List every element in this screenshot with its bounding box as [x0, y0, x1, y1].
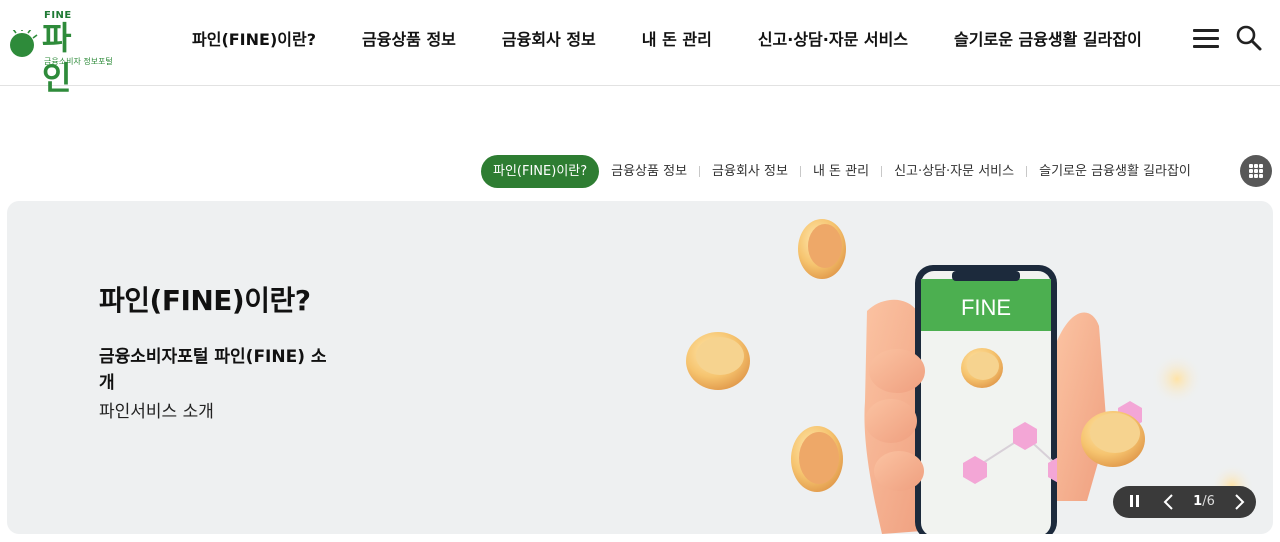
slide-counter: 1/6 [1185, 493, 1223, 511]
subnav-divider [881, 166, 883, 177]
subnav-item-my-money[interactable]: 내 돈 관리 [813, 155, 869, 188]
nav-item-products[interactable]: 금융상품 정보 [362, 28, 456, 52]
hamburger-icon[interactable] [1190, 25, 1222, 53]
chevron-right-icon[interactable] [1231, 493, 1247, 511]
grid-menu-icon[interactable] [1240, 155, 1272, 187]
site-logo[interactable]: FINE 파 인 금융소비자 정보포털 [8, 10, 123, 97]
slider-controls: 1/6 [1113, 486, 1256, 518]
phone-hand-illustration: FINE [686, 219, 1254, 534]
nav-item-report-consult[interactable]: 신고·상담·자문 서비스 [758, 28, 908, 52]
subnav-divider [799, 166, 801, 177]
sub-nav: 파인(FINE)이란? 금융상품 정보 금융회사 정보 내 돈 관리 신고·상담… [481, 155, 1191, 188]
site-header: FINE 파 인 금융소비자 정보포털 파인(FINE)이란? 금융상품 정보 … [0, 0, 1280, 97]
slide-total: 6 [1206, 494, 1215, 509]
subnav-item-products[interactable]: 금융상품 정보 [611, 155, 687, 188]
main-nav: 파인(FINE)이란? 금융상품 정보 금융회사 정보 내 돈 관리 신고·상담… [192, 28, 1188, 52]
nav-item-about[interactable]: 파인(FINE)이란? [192, 28, 316, 52]
chevron-left-icon[interactable] [1161, 493, 1177, 511]
hero-title: 파인(FINE)이란? [99, 284, 311, 317]
pause-icon[interactable] [1129, 495, 1141, 509]
hero-description: 금융소비자포털 파인(FINE) 소개 [99, 347, 327, 393]
subnav-divider [699, 166, 701, 177]
subnav-item-report-consult[interactable]: 신고·상담·자문 서비스 [894, 155, 1014, 188]
slide-current: 1 [1193, 494, 1203, 509]
hero-banner: 파인(FINE)이란? 금융소비자포털 파인(FINE) 소개 파인서비스 소개 [7, 201, 1273, 534]
subnav-divider [1026, 166, 1028, 177]
subnav-item-companies[interactable]: 금융회사 정보 [712, 155, 788, 188]
subnav-item-active[interactable]: 파인(FINE)이란? [481, 155, 600, 188]
search-icon[interactable] [1235, 24, 1263, 52]
nav-item-companies[interactable]: 금융회사 정보 [502, 28, 596, 52]
logo-subtitle: 금융소비자 정보포털 [44, 57, 113, 66]
subnav-item-finance-guide[interactable]: 슬기로운 금융생활 길라잡이 [1039, 155, 1191, 188]
logo-mark-icon [10, 30, 38, 57]
hero-link[interactable]: 파인서비스 소개 [99, 397, 214, 422]
nav-item-my-money[interactable]: 내 돈 관리 [642, 28, 712, 52]
phone-screen-label: FINE [961, 295, 1011, 320]
nav-item-finance-guide[interactable]: 슬기로운 금융생활 길라잡이 [954, 28, 1142, 52]
